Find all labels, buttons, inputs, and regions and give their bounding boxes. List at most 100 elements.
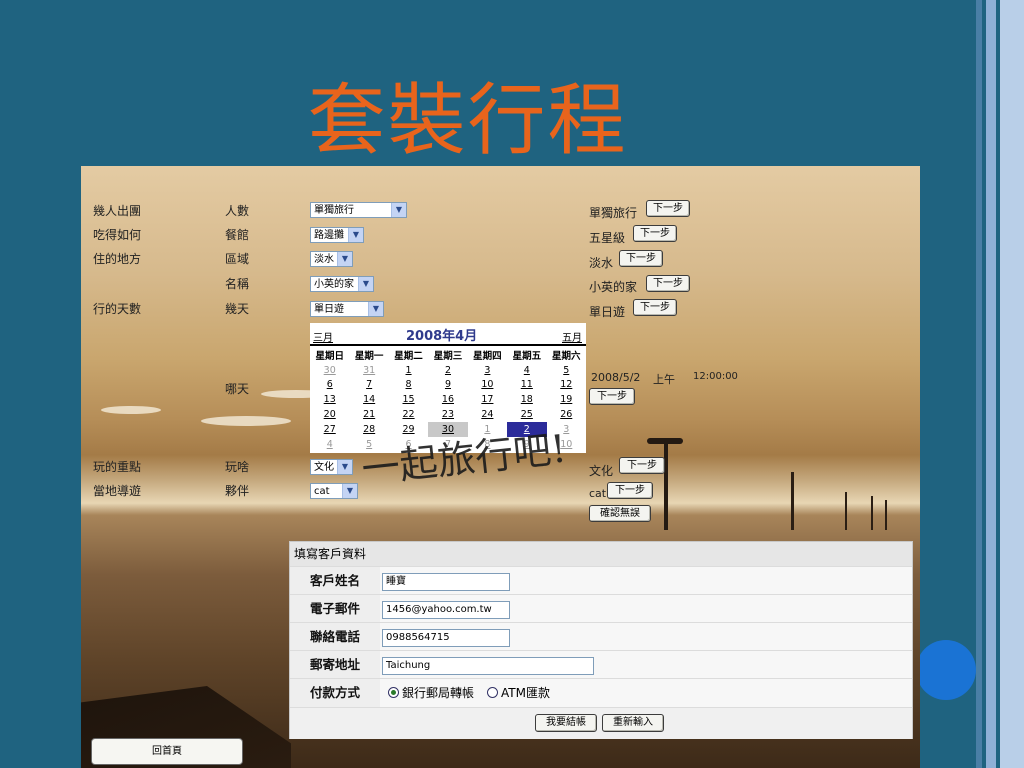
result-guide: cat xyxy=(589,487,607,500)
fun-select[interactable]: 文化 ▼ xyxy=(310,459,353,475)
checkout-button[interactable]: 我要結帳 xyxy=(535,714,597,732)
row-label-days: 行的天數 xyxy=(93,302,142,316)
right-rail-light xyxy=(986,0,996,768)
calendar-day[interactable]: 1 xyxy=(389,363,428,378)
name-label: 客戶姓名 xyxy=(290,567,380,595)
next-button-people[interactable]: 下一步 xyxy=(646,200,690,217)
form-heading: 填寫客戶資料 xyxy=(290,542,912,566)
next-button-lodging[interactable]: 下一步 xyxy=(646,275,690,292)
calendar-day[interactable]: 20 xyxy=(310,407,349,422)
radio-bank-transfer[interactable] xyxy=(388,687,399,698)
calendar-day[interactable]: 9 xyxy=(428,378,467,393)
result-lodging: 小英的家 xyxy=(589,280,638,294)
calendar-day[interactable]: 19 xyxy=(547,392,586,407)
row-field-people: 人數 xyxy=(225,204,250,218)
row-label-fun: 玩的重點 xyxy=(93,460,142,474)
customer-form: 填寫客戶資料 客戶姓名 睡寶 電子郵件 1456@yahoo.com.tw 聯絡… xyxy=(289,541,913,739)
guide-select[interactable]: cat ▼ xyxy=(310,483,358,499)
row-label-food: 吃得如何 xyxy=(93,228,142,242)
right-rail-outer xyxy=(1000,0,1024,768)
calendar-day[interactable]: 7 xyxy=(349,378,388,393)
decorative-circle xyxy=(916,640,976,700)
result-area: 淡水 xyxy=(589,256,614,270)
calendar-day[interactable]: 6 xyxy=(310,378,349,393)
row-field-guide: 夥伴 xyxy=(225,484,250,498)
result-time: 12:00:00 xyxy=(693,371,738,382)
phone-label: 聯絡電話 xyxy=(290,623,380,651)
lodging-name-select[interactable]: 小英的家 ▼ xyxy=(310,276,374,292)
row-field-food: 餐館 xyxy=(225,228,250,242)
row-label-stay: 住的地方 xyxy=(93,252,142,266)
days-select[interactable]: 單日遊 ▼ xyxy=(310,301,384,317)
seaside-background-photo: 幾人出團 人數 單獨旅行 ▼ 單獨旅行 下一步 吃得如何 餐館 路邊攤 ▼ 五星級 … xyxy=(81,166,920,768)
result-ampm: 上午 xyxy=(653,373,675,386)
calendar-day[interactable]: 3 xyxy=(468,363,507,378)
food-select[interactable]: 路邊攤 ▼ xyxy=(310,227,364,243)
next-button-date[interactable]: 下一步 xyxy=(589,388,635,405)
radio-bank-transfer-label: 銀行郵局轉帳 xyxy=(402,686,475,700)
row-field-area: 區域 xyxy=(225,252,250,266)
calendar-day[interactable]: 17 xyxy=(468,392,507,407)
next-button-area[interactable]: 下一步 xyxy=(619,250,663,267)
payment-label: 付款方式 xyxy=(290,679,380,707)
calendar-day[interactable]: 21 xyxy=(349,407,388,422)
calendar-day[interactable]: 24 xyxy=(468,407,507,422)
calendar-day[interactable]: 27 xyxy=(310,422,349,437)
phone-input[interactable]: 0988564715 xyxy=(382,629,510,647)
result-date: 2008/5/2 xyxy=(591,371,641,384)
calendar-day[interactable]: 30 xyxy=(310,363,349,378)
calendar-day[interactable]: 4 xyxy=(507,363,546,378)
lamp-post xyxy=(664,444,668,530)
slide-title: 套裝行程 xyxy=(307,76,628,166)
next-button-fun[interactable]: 下一步 xyxy=(619,457,665,474)
calendar-day[interactable]: 14 xyxy=(349,392,388,407)
radio-atm[interactable] xyxy=(487,687,498,698)
row-field-fun: 玩啥 xyxy=(225,460,250,474)
row-field-days: 幾天 xyxy=(225,302,250,316)
next-button-food[interactable]: 下一步 xyxy=(633,225,677,242)
calendar-day[interactable]: 4 xyxy=(310,437,349,452)
calendar-day[interactable]: 11 xyxy=(507,378,546,393)
calendar-prev-month[interactable]: 三月 xyxy=(313,329,333,344)
calendar-day[interactable]: 5 xyxy=(547,363,586,378)
calendar-next-month[interactable]: 五月 xyxy=(562,329,582,344)
row-field-which-day: 哪天 xyxy=(225,382,250,396)
email-label: 電子郵件 xyxy=(290,595,380,623)
calendar-day[interactable]: 18 xyxy=(507,392,546,407)
chevron-down-icon: ▼ xyxy=(368,302,383,316)
email-input[interactable]: 1456@yahoo.com.tw xyxy=(382,601,510,619)
form-actions: 我要結帳 重新輸入 xyxy=(290,707,912,739)
calendar-day[interactable]: 8 xyxy=(389,378,428,393)
calendar-day[interactable]: 13 xyxy=(310,392,349,407)
people-select[interactable]: 單獨旅行 ▼ xyxy=(310,202,407,218)
chevron-down-icon: ▼ xyxy=(391,203,406,217)
chevron-down-icon: ▼ xyxy=(348,228,363,242)
chevron-down-icon: ▼ xyxy=(337,252,352,266)
result-food: 五星級 xyxy=(589,231,626,245)
calendar-day[interactable]: 16 xyxy=(428,392,467,407)
calendar-day[interactable]: 22 xyxy=(389,407,428,422)
weekday-header: 星期六 xyxy=(552,351,581,363)
chevron-down-icon: ▼ xyxy=(342,484,357,498)
calendar-day[interactable]: 23 xyxy=(428,407,467,422)
area-select[interactable]: 淡水 ▼ xyxy=(310,251,353,267)
customer-name-input[interactable]: 睡寶 xyxy=(382,573,510,591)
address-input[interactable]: Taichung xyxy=(382,657,594,675)
calendar-day[interactable]: 12 xyxy=(547,378,586,393)
calendar-day[interactable]: 10 xyxy=(468,378,507,393)
next-button-days[interactable]: 下一步 xyxy=(633,299,677,316)
result-days: 單日遊 xyxy=(589,305,626,319)
right-rail-dark xyxy=(976,0,982,768)
home-button[interactable]: 回首頁 xyxy=(91,738,243,765)
calendar-day[interactable]: 2 xyxy=(428,363,467,378)
reset-button[interactable]: 重新輸入 xyxy=(602,714,664,732)
next-button-guide[interactable]: 下一步 xyxy=(607,482,653,499)
row-field-name: 名稱 xyxy=(225,277,250,291)
lamp-post xyxy=(791,472,794,530)
calendar-day[interactable]: 28 xyxy=(349,422,388,437)
row-label-people: 幾人出團 xyxy=(93,204,142,218)
calendar-day[interactable]: 31 xyxy=(349,363,388,378)
calendar-day[interactable]: 15 xyxy=(389,392,428,407)
confirm-button[interactable]: 確認無誤 xyxy=(589,505,651,522)
weekday-header: 星期五 xyxy=(512,351,542,363)
